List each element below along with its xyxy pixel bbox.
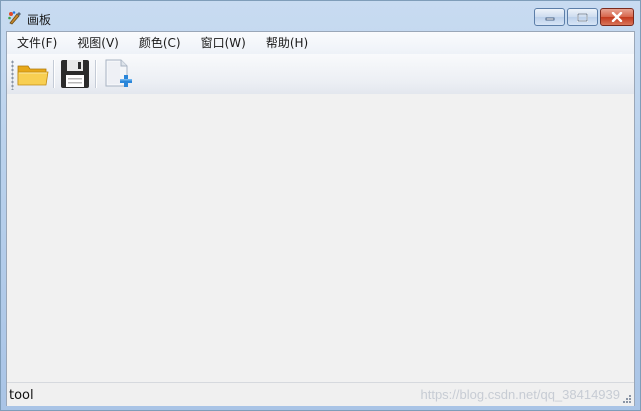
status-label: tool [9, 388, 34, 403]
status-bar: tool https://blog.csdn.net/qq_38414939 [7, 382, 634, 406]
drawing-canvas[interactable] [7, 94, 634, 381]
watermark-text: https://blog.csdn.net/qq_38414939 [420, 387, 621, 402]
new-file-icon [105, 59, 132, 87]
menu-color[interactable]: 颜色(C) [129, 32, 191, 54]
toolbar-separator [53, 60, 55, 88]
menu-file[interactable]: 文件(F) [7, 32, 67, 54]
menu-bar: 文件(F) 视图(V) 颜色(C) 窗口(W) 帮助(H) [7, 32, 634, 54]
menu-help[interactable]: 帮助(H) [256, 32, 318, 54]
save-floppy-icon [61, 60, 89, 88]
app-window: 画板 文件(F) 视图(V) 颜色(C) 窗口(W) 帮助(H) tool ht… [0, 0, 641, 411]
maximize-button[interactable] [567, 8, 598, 26]
resize-grip-icon[interactable] [621, 393, 632, 404]
toolbar-grip[interactable] [11, 60, 14, 90]
window-title: 画板 [27, 13, 52, 27]
minimize-icon [545, 17, 554, 21]
menu-window[interactable]: 窗口(W) [191, 32, 256, 54]
open-folder-icon [17, 65, 49, 86]
menu-view[interactable]: 视图(V) [67, 32, 129, 54]
title-bar[interactable]: 画板 [1, 1, 640, 31]
paint-app-icon [7, 10, 23, 26]
minimize-button[interactable] [534, 8, 565, 26]
maximize-icon [577, 12, 588, 22]
new-file-button[interactable] [99, 58, 135, 90]
save-button[interactable] [57, 58, 93, 90]
open-button[interactable] [15, 58, 51, 90]
toolbar-separator [95, 60, 97, 88]
toolbar [7, 54, 634, 94]
close-button[interactable] [600, 8, 634, 26]
client-area: 文件(F) 视图(V) 颜色(C) 窗口(W) 帮助(H) tool https… [6, 31, 635, 406]
close-icon [611, 12, 623, 22]
